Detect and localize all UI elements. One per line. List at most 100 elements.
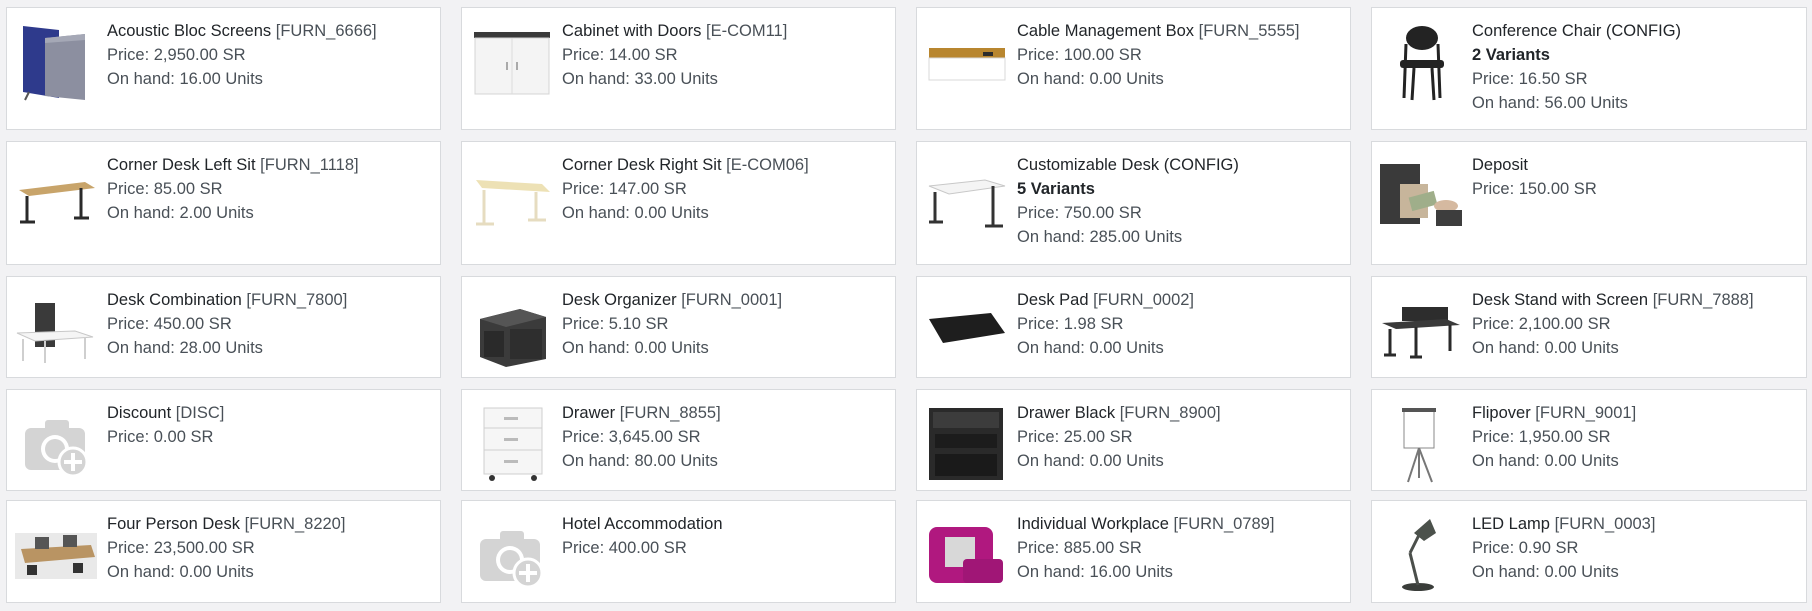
product-on-hand: On hand: 16.00 Units [1017, 563, 1173, 581]
product-card[interactable]: Desk Organizer [FURN_0001] Price: 5.10 SR… [461, 276, 896, 378]
product-card[interactable]: Acoustic Bloc Screens [FURN_6666] Price: … [6, 7, 441, 130]
product-card[interactable]: Discount [DISC] Price: 0.00 SR [6, 389, 441, 491]
desk-pad-icon [925, 289, 1007, 371]
product-card[interactable]: Desk Stand with Screen [FURN_7888] Price:… [1371, 276, 1807, 378]
product-grid: Acoustic Bloc Screens [FURN_6666] Price: … [0, 0, 1812, 611]
product-code: [FURN_7800] [246, 291, 348, 309]
product-card[interactable]: Deposit Price: 150.00 SR [1371, 141, 1807, 265]
product-card[interactable]: LED Lamp [FURN_0003] Price: 0.90 SR On han… [1371, 500, 1807, 603]
product-price: Price: 147.00 SR [562, 180, 687, 198]
product-price: Price: 2,950.00 SR [107, 46, 246, 64]
product-info: Desk Combination [FURN_7800] Price: 450.0… [107, 288, 432, 360]
product-card[interactable]: Individual Workplace [FURN_0789] Price: 8… [916, 500, 1351, 603]
product-card[interactable]: Desk Pad [FURN_0002] Price: 1.98 SR On han… [916, 276, 1351, 378]
product-info: Corner Desk Left Sit [FURN_1118] Price: 8… [107, 153, 432, 225]
product-title: Desk Pad [FURN_0002] [1017, 288, 1342, 312]
product-title: Corner Desk Right Sit [E-COM06] [562, 153, 887, 177]
product-on-hand: On hand: 80.00 Units [562, 452, 718, 470]
product-price: Price: 400.00 SR [562, 539, 687, 557]
product-card[interactable]: Desk Combination [FURN_7800] Price: 450.0… [6, 276, 441, 378]
product-on-hand: On hand: 16.00 Units [107, 70, 263, 88]
product-name: Customizable Desk (CONFIG) [1017, 156, 1239, 174]
white-desk-icon [925, 154, 1007, 236]
product-code: [FURN_0002] [1093, 291, 1195, 309]
product-title: Acoustic Bloc Screens [FURN_6666] [107, 19, 432, 43]
product-name: Corner Desk Left Sit [107, 156, 256, 174]
product-info: Individual Workplace [FURN_0789] Price: 8… [1017, 512, 1342, 584]
product-title: Drawer [FURN_8855] [562, 401, 887, 425]
product-card[interactable]: Drawer [FURN_8855] Price: 3,645.00 SR On h… [461, 389, 896, 491]
product-card[interactable]: Corner Desk Right Sit [E-COM06] Price: 14… [461, 141, 896, 265]
product-code: [FURN_9001] [1535, 404, 1637, 422]
product-code: [FURN_5555] [1198, 22, 1300, 40]
product-price: Price: 1.98 SR [1017, 315, 1124, 333]
product-title: Deposit [1472, 153, 1798, 177]
product-code: [FURN_8900] [1119, 404, 1221, 422]
product-price: Price: 23,500.00 SR [107, 539, 255, 557]
product-card[interactable]: Customizable Desk (CONFIG) 5 Variants Pric… [916, 141, 1351, 265]
product-title: Drawer Black [FURN_8900] [1017, 401, 1342, 425]
product-title: Desk Organizer [FURN_0001] [562, 288, 887, 312]
product-title: Hotel Accommodation [562, 512, 887, 536]
product-name: Deposit [1472, 156, 1528, 174]
product-card[interactable]: Flipover [FURN_9001] Price: 1,950.00 SR On… [1371, 389, 1807, 491]
product-name: Cable Management Box [1017, 22, 1195, 40]
product-price: Price: 2,100.00 SR [1472, 315, 1611, 333]
product-info: Discount [DISC] Price: 0.00 SR [107, 401, 432, 449]
product-code: [FURN_0003] [1554, 515, 1656, 533]
product-info: Cable Management Box [FURN_5555] Price: 1… [1017, 19, 1342, 91]
product-price: Price: 14.00 SR [562, 46, 678, 64]
product-code: [E-COM06] [726, 156, 809, 174]
product-on-hand: On hand: 0.00 Units [1472, 563, 1619, 581]
drawer-icon [470, 402, 552, 484]
acoustic-screen-icon [15, 20, 97, 102]
product-name: Cabinet with Doors [562, 22, 702, 40]
desk-icon [15, 154, 97, 236]
product-info: Conference Chair (CONFIG) 2 Variants Price… [1472, 19, 1798, 115]
product-price: Price: 885.00 SR [1017, 539, 1142, 557]
product-on-hand: On hand: 0.00 Units [1017, 452, 1164, 470]
product-info: Acoustic Bloc Screens [FURN_6666] Price: … [107, 19, 432, 91]
product-price: Price: 750.00 SR [1017, 204, 1142, 222]
product-title: Desk Stand with Screen [FURN_7888] [1472, 288, 1798, 312]
desk-stand-icon [1380, 289, 1462, 371]
product-title: Flipover [FURN_9001] [1472, 401, 1798, 425]
product-price: Price: 0.00 SR [107, 428, 214, 446]
product-on-hand: On hand: 0.00 Units [1472, 339, 1619, 357]
product-info: Customizable Desk (CONFIG) 5 Variants Pric… [1017, 153, 1342, 249]
product-code: [E-COM11] [706, 22, 788, 40]
product-card[interactable]: Cable Management Box [FURN_5555] Price: 1… [916, 7, 1351, 130]
product-card[interactable]: Drawer Black [FURN_8900] Price: 25.00 SR O… [916, 389, 1351, 491]
product-code: [FURN_1118] [260, 156, 359, 174]
camera-placeholder-icon [15, 402, 97, 484]
product-on-hand: On hand: 285.00 Units [1017, 228, 1183, 246]
product-title: Customizable Desk (CONFIG) [1017, 153, 1342, 177]
product-card[interactable]: Four Person Desk [FURN_8220] Price: 23,50… [6, 500, 441, 603]
product-code: [FURN_8220] [244, 515, 346, 533]
product-card[interactable]: Cabinet with Doors [E-COM11] Price: 14.00… [461, 7, 896, 130]
product-price: Price: 5.10 SR [562, 315, 669, 333]
product-on-hand: On hand: 56.00 Units [1472, 94, 1628, 112]
product-code: [FURN_6666] [275, 22, 377, 40]
product-info: Four Person Desk [FURN_8220] Price: 23,50… [107, 512, 432, 584]
cabinet-icon [470, 20, 552, 102]
product-code: [FURN_7888] [1652, 291, 1754, 309]
product-name: Conference Chair (CONFIG) [1472, 22, 1682, 40]
product-title: Corner Desk Left Sit [FURN_1118] [107, 153, 432, 177]
product-price: Price: 3,645.00 SR [562, 428, 701, 446]
product-card[interactable]: Hotel Accommodation Price: 400.00 SR [461, 500, 896, 603]
product-name: Drawer Black [1017, 404, 1116, 422]
product-info: Flipover [FURN_9001] Price: 1,950.00 SR On… [1472, 401, 1798, 473]
product-card[interactable]: Conference Chair (CONFIG) 2 Variants Price… [1371, 7, 1807, 130]
product-name: Desk Combination [107, 291, 242, 309]
product-title: Discount [DISC] [107, 401, 432, 425]
product-info: Cabinet with Doors [E-COM11] Price: 14.00… [562, 19, 887, 91]
product-card[interactable]: Corner Desk Left Sit [FURN_1118] Price: 8… [6, 141, 441, 265]
product-name: Individual Workplace [1017, 515, 1169, 533]
product-info: Desk Pad [FURN_0002] Price: 1.98 SR On han… [1017, 288, 1342, 360]
product-info: Drawer Black [FURN_8900] Price: 25.00 SR O… [1017, 401, 1342, 473]
product-price: Price: 1,950.00 SR [1472, 428, 1611, 446]
product-info: Hotel Accommodation Price: 400.00 SR [562, 512, 887, 560]
drawer-black-icon [925, 402, 1007, 484]
product-name: Discount [107, 404, 172, 422]
